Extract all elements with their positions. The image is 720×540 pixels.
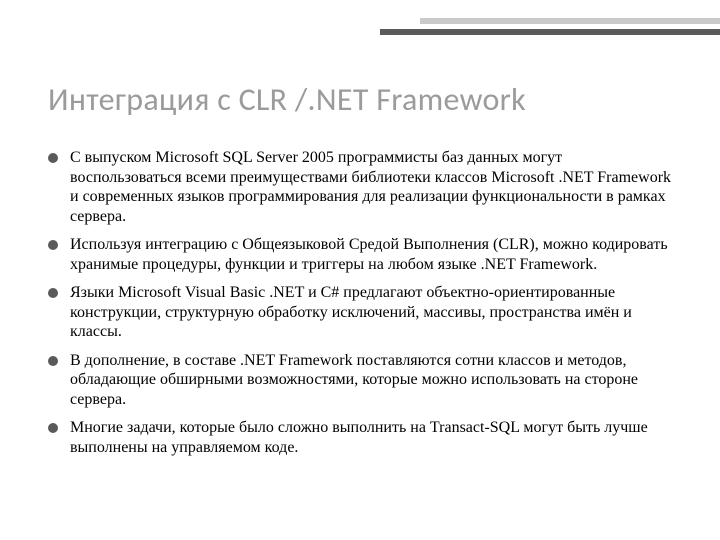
list-item: Используя интеграцию с Общеязыковой Сред… <box>48 235 676 274</box>
slide-title: Интеграция с CLR /.NET Framework <box>48 80 680 119</box>
list-item: С выпуском Microsoft SQL Server 2005 про… <box>48 148 676 226</box>
list-item: Языки Microsoft Visual Basic .NET и C# п… <box>48 283 676 342</box>
slide-body: С выпуском Microsoft SQL Server 2005 про… <box>48 148 676 466</box>
decorative-bars <box>380 18 720 40</box>
slide: Интеграция с CLR /.NET Framework С выпус… <box>0 0 720 540</box>
list-item: В дополнение, в составе .NET Framework п… <box>48 351 676 410</box>
decorative-bar-dark <box>380 29 720 35</box>
bullet-list: С выпуском Microsoft SQL Server 2005 про… <box>48 148 676 457</box>
decorative-bar-light <box>420 18 720 24</box>
list-item: Многие задачи, которые было сложно выпол… <box>48 418 676 457</box>
